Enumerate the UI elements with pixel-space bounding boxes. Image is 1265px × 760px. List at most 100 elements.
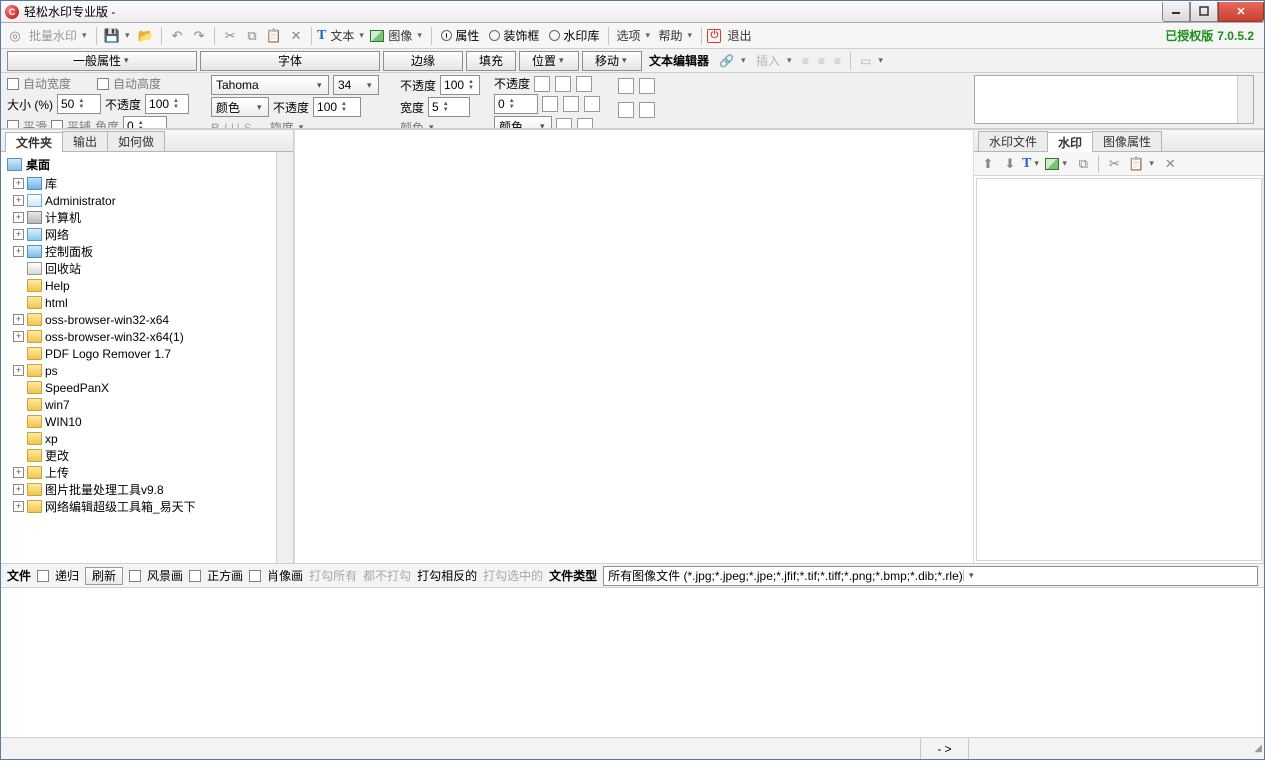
cut-icon[interactable]: ✂ <box>1104 154 1124 174</box>
auto-width-checkbox[interactable] <box>7 78 19 90</box>
delete-icon[interactable]: ✕ <box>1160 154 1180 174</box>
color-select[interactable]: 颜色▾ <box>211 97 269 117</box>
check-selected-button[interactable]: 打勾选中的 <box>483 567 543 584</box>
color-opacity-spinner[interactable]: 100▲▼ <box>313 97 361 117</box>
fill-color-select[interactable]: 颜色▾ <box>494 116 552 129</box>
dropdown-icon[interactable]: ▾ <box>1033 158 1043 169</box>
radio-properties[interactable]: 属性 <box>437 27 483 44</box>
swatch[interactable] <box>556 118 572 129</box>
tree-node[interactable]: 回收站 <box>1 260 276 277</box>
dropdown-icon[interactable]: ▾ <box>416 30 426 41</box>
dropdown-icon[interactable]: ▾ <box>686 30 696 41</box>
opacity-spinner[interactable]: 100▲▼ <box>145 94 189 114</box>
image-icon[interactable] <box>1045 158 1059 170</box>
tab-imgprop[interactable]: 图像属性 <box>1092 131 1162 151</box>
tab-howto[interactable]: 如何做 <box>107 131 165 151</box>
align-right-icon[interactable]: ≡ <box>831 54 844 68</box>
tree-node[interactable]: +Administrator <box>1 192 276 209</box>
radio-decor[interactable]: 装饰框 <box>485 27 543 44</box>
paste-icon[interactable]: 📋 <box>264 26 284 46</box>
dropdown-icon[interactable]: ▾ <box>81 30 91 41</box>
width-spinner[interactable]: 5▲▼ <box>428 97 470 117</box>
pos-box[interactable] <box>618 78 634 94</box>
fill-button[interactable]: 填充 <box>466 51 516 71</box>
auto-height-checkbox[interactable] <box>97 78 109 90</box>
text-tool-button[interactable]: 文本 <box>328 27 356 44</box>
dropdown-icon[interactable]: ▾ <box>1148 158 1158 169</box>
copy-icon[interactable]: ⧉ <box>1073 154 1093 174</box>
tree-node[interactable]: WIN10 <box>1 413 276 430</box>
image-tool-button[interactable]: 图像 <box>386 27 414 44</box>
expand-icon[interactable]: + <box>13 195 24 206</box>
align-center-icon[interactable]: ≡ <box>815 54 828 68</box>
edge-button[interactable]: 边缘 <box>383 51 463 71</box>
swatch[interactable] <box>584 96 600 112</box>
undo-icon[interactable]: ↶ <box>167 26 187 46</box>
tree-node[interactable]: +网络编辑超级工具箱_易天下 <box>1 498 276 515</box>
dropdown-icon[interactable]: ▾ <box>786 55 796 66</box>
dropdown-icon[interactable]: ▾ <box>740 55 750 66</box>
tree-node[interactable]: Help <box>1 277 276 294</box>
expand-icon[interactable]: + <box>13 314 24 325</box>
landscape-checkbox[interactable] <box>129 570 141 582</box>
smooth-checkbox[interactable] <box>7 120 19 129</box>
align-left-icon[interactable]: ≡ <box>799 54 812 68</box>
expand-icon[interactable]: + <box>13 331 24 342</box>
tree-node[interactable]: 更改 <box>1 447 276 464</box>
tree-node[interactable]: xp <box>1 430 276 447</box>
redo-icon[interactable]: ↷ <box>189 26 209 46</box>
square-checkbox[interactable] <box>189 570 201 582</box>
resize-grip[interactable]: ◢ <box>1248 741 1264 756</box>
swatch[interactable] <box>563 96 579 112</box>
tool-icon[interactable]: ▭ <box>857 54 874 68</box>
down-icon[interactable]: ⬇ <box>1000 154 1020 174</box>
expand-icon[interactable]: + <box>13 212 24 223</box>
close-button[interactable]: ✕ <box>1218 2 1264 22</box>
up-icon[interactable]: ⬆ <box>978 154 998 174</box>
fontsize-select[interactable]: 34▾ <box>333 75 379 95</box>
tree-node[interactable]: +oss-browser-win32-x64 <box>1 311 276 328</box>
general-props-dropdown[interactable]: 一般属性▾ <box>7 51 197 71</box>
tree-node[interactable]: +上传 <box>1 464 276 481</box>
pos-box[interactable] <box>639 78 655 94</box>
expand-icon[interactable]: + <box>13 467 24 478</box>
tree-root[interactable]: 桌面 <box>1 154 276 175</box>
scrollbar[interactable] <box>1237 76 1253 123</box>
tree-node[interactable]: win7 <box>1 396 276 413</box>
watermark-list[interactable] <box>976 178 1262 561</box>
filetype-dropdown[interactable]: 所有图像文件 (*.jpg;*.jpeg;*.jpe;*.jfif;*.tif;… <box>603 566 1258 586</box>
tree-node[interactable]: +网络 <box>1 226 276 243</box>
minimize-button[interactable] <box>1162 2 1190 22</box>
cut-icon[interactable]: ✂ <box>220 26 240 46</box>
angle-spinner[interactable]: 0▲▼ <box>123 116 167 129</box>
options-button[interactable]: 选项 <box>614 27 642 44</box>
check-all-button[interactable]: 打勾所有 <box>309 567 357 584</box>
swatch[interactable] <box>576 76 592 92</box>
fill-spinner[interactable]: 0▲▼ <box>494 94 538 114</box>
pos-box[interactable] <box>639 102 655 118</box>
pos-box[interactable] <box>618 102 634 118</box>
text-editor-box[interactable] <box>974 75 1254 124</box>
folder-tree[interactable]: 桌面 +库+Administrator+计算机+网络+控制面板回收站Helpht… <box>1 152 276 563</box>
tree-node[interactable]: +ps <box>1 362 276 379</box>
open-icon[interactable]: 📂 <box>136 26 156 46</box>
dropdown-icon[interactable]: ▾ <box>644 30 654 41</box>
insert-button[interactable]: 插入 <box>753 52 783 69</box>
expand-icon[interactable]: + <box>13 178 24 189</box>
tree-node[interactable]: +图片批量处理工具v9.8 <box>1 481 276 498</box>
edge-opacity-spinner[interactable]: 100▲▼ <box>440 75 480 95</box>
invert-check-button[interactable]: 打勾相反的 <box>417 567 477 584</box>
tree-node[interactable]: PDF Logo Remover 1.7 <box>1 345 276 362</box>
preview-canvas[interactable] <box>294 130 974 563</box>
dropdown-icon[interactable]: ▾ <box>358 30 368 41</box>
expand-icon[interactable]: + <box>13 501 24 512</box>
swatch[interactable] <box>577 118 593 129</box>
batch-watermark-button[interactable]: 批量水印 <box>27 27 79 44</box>
tree-node[interactable]: html <box>1 294 276 311</box>
help-button[interactable]: 帮助 <box>656 27 684 44</box>
text-icon[interactable]: T <box>1022 156 1031 172</box>
uncheck-all-button[interactable]: 都不打勾 <box>363 567 411 584</box>
tree-node[interactable]: +控制面板 <box>1 243 276 260</box>
size-spinner[interactable]: 50▲▼ <box>57 94 101 114</box>
swatch[interactable] <box>534 76 550 92</box>
